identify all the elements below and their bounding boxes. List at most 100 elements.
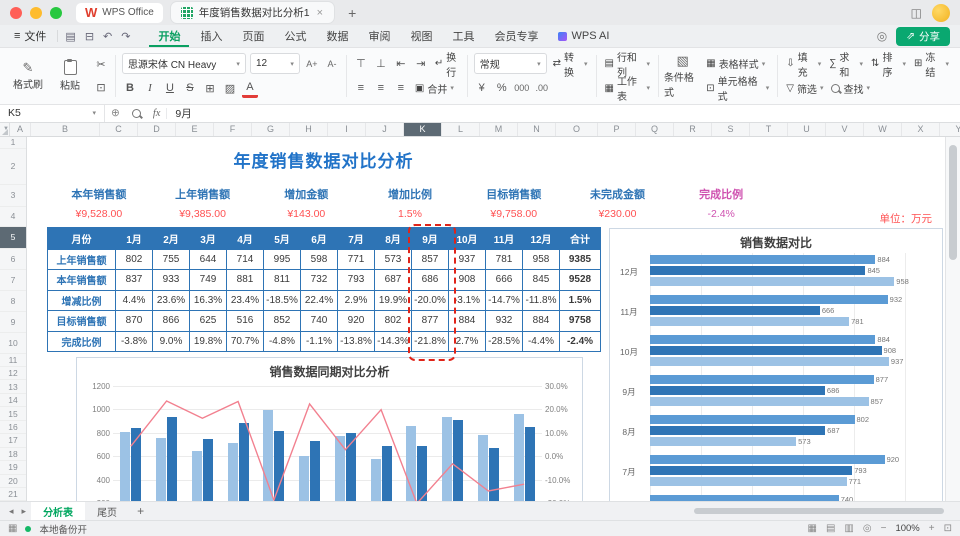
worksheet-button[interactable]: ▦ 工作表 ▾	[602, 77, 652, 103]
table-cell[interactable]: 870	[115, 310, 153, 332]
row-header-5[interactable]: 5	[0, 226, 26, 249]
number-format-select[interactable]: 常规 ▾	[473, 53, 547, 75]
row-header-7[interactable]: 7	[0, 270, 26, 291]
menu-tab[interactable]: 页面	[233, 25, 273, 47]
undo-icon[interactable]: ↶	[103, 30, 112, 43]
table-header-cell[interactable]: 9月	[411, 226, 449, 250]
table-cell[interactable]: 755	[152, 248, 190, 271]
table-cell[interactable]: 686	[411, 269, 449, 291]
close-tab-icon[interactable]: ×	[316, 7, 324, 19]
sheet-canvas[interactable]: 年度销售数据对比分析 本年销售额 ¥9,528.00 上年销售额 ¥9,385.00 增…	[27, 136, 945, 502]
column-header-H[interactable]: H	[290, 122, 328, 136]
column-header-Q[interactable]: Q	[636, 122, 674, 136]
table-row-label[interactable]: 完成比例	[47, 330, 116, 353]
font-name-select[interactable]: 思源宋体 CN Heavy ▾	[121, 53, 246, 75]
table-cell[interactable]: 2.7%	[448, 330, 486, 353]
column-header-R[interactable]: R	[674, 122, 712, 136]
table-cell[interactable]: 781	[485, 248, 523, 271]
new-tab-button[interactable]: +	[342, 5, 362, 21]
shrink-font-button[interactable]: A-	[324, 56, 340, 72]
column-header-T[interactable]: T	[750, 122, 788, 136]
table-header-cell[interactable]: 合计	[559, 226, 601, 250]
font-color-button[interactable]: A	[241, 79, 258, 98]
table-cell[interactable]: 937	[448, 248, 486, 271]
table-cell[interactable]: 70.7%	[226, 330, 264, 353]
table-cell[interactable]: 4.4%	[115, 289, 153, 312]
table-cell[interactable]: 22.4%	[300, 289, 338, 312]
column-header-I[interactable]: I	[328, 122, 366, 136]
column-header-K[interactable]: K	[403, 122, 442, 136]
column-header-O[interactable]: O	[556, 122, 598, 136]
sheet-tab[interactable]: 尾页	[85, 502, 129, 520]
file-menu-button[interactable]: ≡ 文件	[10, 28, 50, 44]
table-cell[interactable]: 516	[226, 310, 264, 332]
cut-icon[interactable]: ✂	[93, 57, 109, 73]
cell-format-button[interactable]: ⊡ 单元格格式 ▾	[704, 77, 771, 103]
table-cell[interactable]: 9758	[559, 310, 601, 332]
menu-tab[interactable]: 视图	[401, 25, 441, 47]
table-cell[interactable]: -14.3%	[374, 330, 412, 353]
redo-icon[interactable]: ↷	[121, 30, 130, 43]
table-style-button[interactable]: ▦ 表格样式 ▾	[704, 54, 767, 73]
menu-tab[interactable]: 会员专享	[485, 25, 547, 47]
table-header-cell[interactable]: 10月	[448, 226, 486, 250]
table-cell[interactable]: -20.0%	[411, 289, 449, 312]
table-cell[interactable]: 857	[411, 248, 449, 271]
table-cell[interactable]: 845	[522, 269, 560, 291]
table-header-cell[interactable]: 1月	[115, 226, 153, 250]
column-header-W[interactable]: W	[864, 122, 902, 136]
row-header-13[interactable]: 13	[0, 380, 26, 394]
horizontal-bar-chart[interactable]: 销售数据对比 12月 884 845 958 11月 932 666 781 10月 884 908…	[609, 227, 943, 502]
column-header-S[interactable]: S	[712, 122, 750, 136]
rows-columns-button[interactable]: ▤ 行和列 ▾	[602, 53, 652, 79]
table-cell[interactable]: -11.8%	[522, 289, 560, 312]
share-button[interactable]: ⇗ 分享	[896, 26, 950, 46]
merge-cells-button[interactable]: ▣ 合并 ▾	[413, 79, 456, 98]
formula-content[interactable]: 9月	[167, 106, 199, 121]
align-top-button[interactable]: ⊤	[353, 56, 369, 72]
column-header-B[interactable]: B	[31, 122, 100, 136]
table-cell[interactable]: 9.0%	[152, 330, 190, 353]
row-header-6[interactable]: 6	[0, 249, 26, 270]
table-cell[interactable]: 16.3%	[189, 289, 227, 312]
table-cell[interactable]: 837	[115, 269, 153, 291]
table-header-cell[interactable]: 8月	[374, 226, 412, 250]
table-header-cell[interactable]: 11月	[485, 226, 523, 250]
column-header-U[interactable]: U	[788, 122, 826, 136]
row-header-18[interactable]: 18	[0, 448, 26, 462]
copy-icon[interactable]: ⊡	[93, 79, 109, 95]
paste-button[interactable]: 粘贴	[50, 51, 90, 100]
table-cell[interactable]: 802	[115, 248, 153, 271]
table-cell[interactable]: -4.8%	[263, 330, 301, 353]
table-cell[interactable]: -3.1%	[448, 289, 486, 312]
borders-button[interactable]: ⊞	[202, 80, 218, 96]
save-icon[interactable]: ▤	[65, 30, 75, 43]
find-button[interactable]: 查找 ▾	[829, 79, 872, 98]
select-all-corner[interactable]: ▼	[0, 122, 10, 136]
row-header-20[interactable]: 20	[0, 475, 26, 488]
format-painter-button[interactable]: ✎ 格式刷	[8, 51, 48, 100]
reading-mode-icon[interactable]: ◎	[863, 523, 872, 534]
table-cell[interactable]: 908	[448, 269, 486, 291]
menu-tab[interactable]: WPS AI	[549, 25, 618, 47]
horizontal-scrollbar-thumb[interactable]	[694, 508, 944, 515]
menu-tab[interactable]: 公式	[275, 25, 315, 47]
decimal-button[interactable]: .00	[534, 80, 550, 96]
table-cell[interactable]: 811	[263, 269, 301, 291]
column-header-Y[interactable]: Y	[940, 123, 960, 136]
table-header-cell[interactable]: 3月	[189, 226, 227, 250]
increase-indent-button[interactable]: ⇥	[413, 56, 429, 72]
row-header-19[interactable]: 19	[0, 461, 26, 475]
align-left-button[interactable]: ≡	[353, 80, 369, 96]
close-window-button[interactable]	[10, 6, 22, 19]
sort-button[interactable]: ⇅ 排序 ▾	[869, 53, 908, 79]
table-header-cell[interactable]: 5月	[263, 226, 301, 250]
column-header-M[interactable]: M	[480, 122, 518, 136]
column-header-E[interactable]: E	[176, 122, 214, 136]
table-cell[interactable]: 2.9%	[337, 289, 375, 312]
table-cell[interactable]: 884	[522, 310, 560, 332]
zoom-level[interactable]: 100%	[895, 523, 919, 534]
wrap-text-button[interactable]: ↵ 换行	[433, 53, 461, 79]
zoom-out-button[interactable]: −	[881, 523, 887, 534]
table-cell[interactable]: 771	[337, 248, 375, 271]
